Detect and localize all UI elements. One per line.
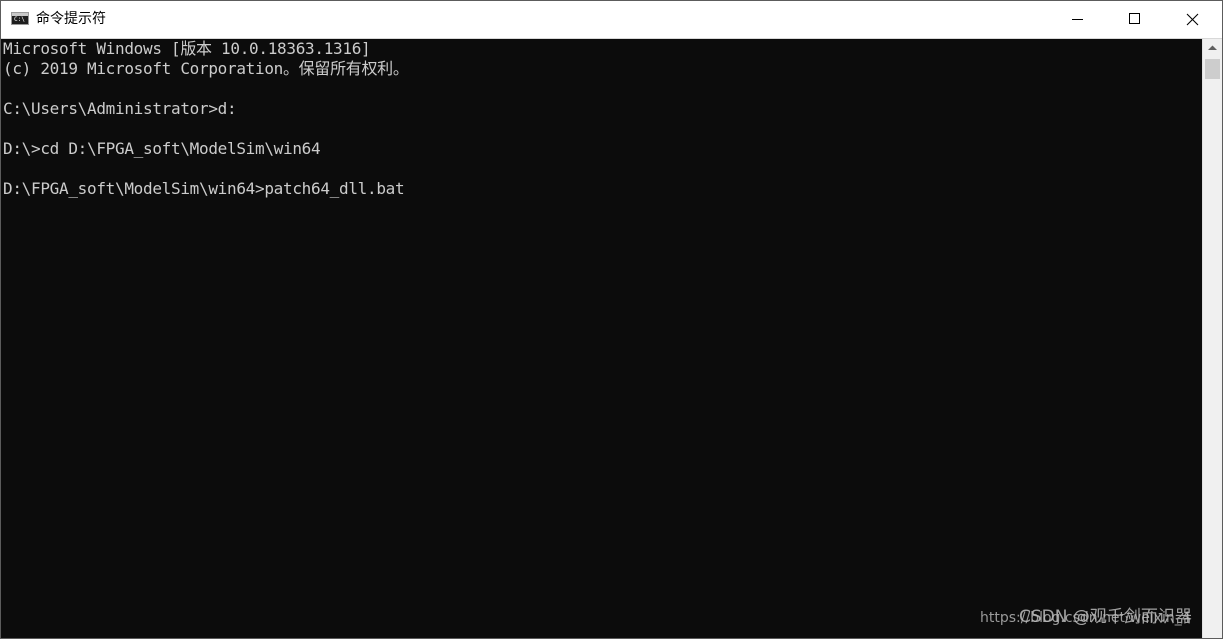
console-line: D:\FPGA_soft\ModelSim\win64>patch64_dll.… bbox=[3, 179, 405, 198]
close-icon bbox=[1186, 13, 1199, 26]
maximize-button[interactable] bbox=[1106, 1, 1164, 38]
title-bar[interactable]: C:\ 命令提示符 bbox=[1, 1, 1222, 39]
icon-prompt-glyph: C:\ bbox=[14, 16, 25, 23]
minimize-icon bbox=[1072, 19, 1083, 20]
minimize-button[interactable] bbox=[1048, 1, 1106, 38]
scroll-thumb[interactable] bbox=[1205, 59, 1220, 79]
window-title: 命令提示符 bbox=[36, 11, 106, 27]
console-line: C:\Users\Administrator>d: bbox=[3, 99, 237, 118]
console-line: Microsoft Windows [版本 10.0.18363.1316] bbox=[3, 39, 371, 58]
console-line: D:\>cd D:\FPGA_soft\ModelSim\win64 bbox=[3, 139, 321, 158]
close-button[interactable] bbox=[1164, 1, 1222, 38]
vertical-scrollbar[interactable] bbox=[1202, 39, 1222, 638]
cmd-window: C:\ 命令提示符 Microsoft Windows [版本 10.0.183… bbox=[0, 0, 1223, 639]
scroll-up-arrow-icon[interactable] bbox=[1203, 39, 1222, 57]
csdn-watermark: CSDN @观千剑而识器 bbox=[1019, 607, 1192, 627]
console-line: (c) 2019 Microsoft Corporation。保留所有权利。 bbox=[3, 59, 409, 78]
console-output[interactable]: Microsoft Windows [版本 10.0.18363.1316] (… bbox=[1, 39, 1201, 638]
cmd-app-icon[interactable]: C:\ bbox=[11, 12, 29, 25]
maximize-icon bbox=[1129, 13, 1140, 24]
